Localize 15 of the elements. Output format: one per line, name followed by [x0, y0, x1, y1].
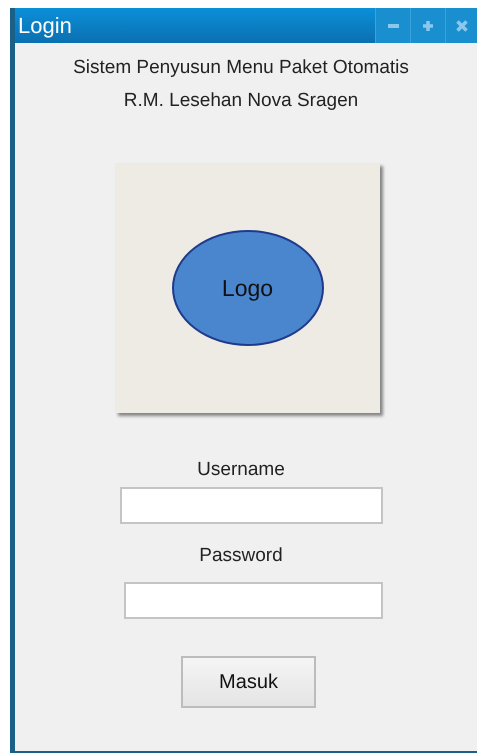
plus-icon — [422, 20, 434, 32]
header-text: R.M. Lesehan Nova Sragen — [124, 89, 358, 113]
login-button[interactable]: Masuk — [181, 656, 316, 708]
logo-text: Logo — [222, 274, 274, 303]
input-field[interactable] — [124, 582, 383, 619]
window-title: Login — [17, 14, 72, 36]
minimize-button[interactable] — [375, 8, 410, 43]
input-field[interactable] — [120, 487, 383, 524]
close-icon — [456, 20, 468, 32]
header-text: Sistem Penyusun Menu Paket Otomatis — [73, 56, 409, 80]
maximize-button[interactable] — [410, 8, 445, 43]
field-label: Username — [196, 458, 286, 482]
field-label: Password — [198, 544, 284, 568]
minimize-icon — [388, 24, 398, 28]
close-button[interactable] — [445, 8, 477, 43]
